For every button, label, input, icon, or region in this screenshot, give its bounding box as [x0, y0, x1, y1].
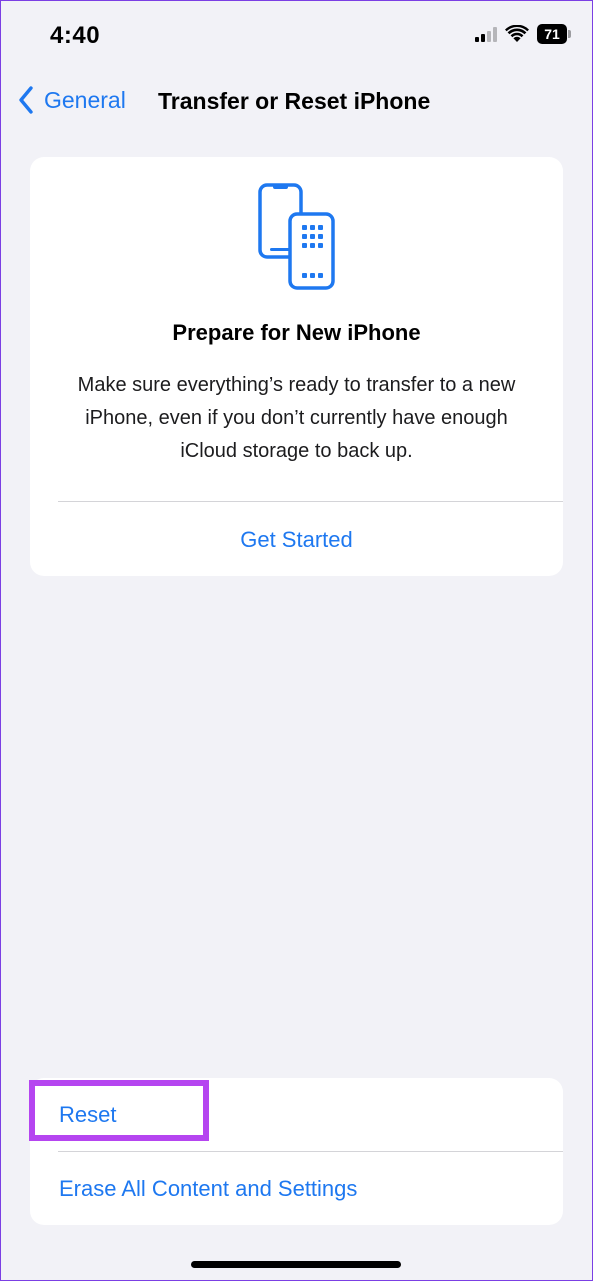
two-phones-transfer-icon	[258, 183, 335, 290]
status-time: 4:40	[50, 22, 101, 49]
back-button[interactable]: General	[18, 86, 126, 114]
cellular-signal-icon	[475, 26, 497, 42]
battery-icon: 71	[537, 24, 571, 44]
reset-highlight-box	[29, 1080, 209, 1141]
prepare-title: Prepare for New iPhone	[172, 320, 421, 345]
page-title: Transfer or Reset iPhone	[158, 88, 431, 114]
erase-all-content-button[interactable]: Erase All Content and Settings	[30, 1152, 563, 1225]
prepare-description: Make sure everything’s ready to transfer…	[77, 374, 516, 462]
battery-level: 71	[537, 24, 567, 44]
status-icons: 71	[475, 24, 571, 44]
erase-all-content-label: Erase All Content and Settings	[59, 1176, 358, 1201]
reset-label: Reset	[59, 1102, 117, 1127]
reset-button[interactable]: Reset	[29, 1078, 563, 1151]
back-button-label: General	[44, 86, 126, 113]
prepare-card: Prepare for New iPhone Make sure everyth…	[30, 157, 563, 576]
home-indicator[interactable]	[191, 1261, 401, 1268]
chevron-left-icon	[19, 86, 33, 114]
reset-options-card: Reset Erase All Content and Settings	[29, 1078, 563, 1225]
divider	[58, 501, 563, 502]
wifi-icon	[505, 25, 529, 42]
get-started-button[interactable]: Get Started	[30, 527, 563, 553]
